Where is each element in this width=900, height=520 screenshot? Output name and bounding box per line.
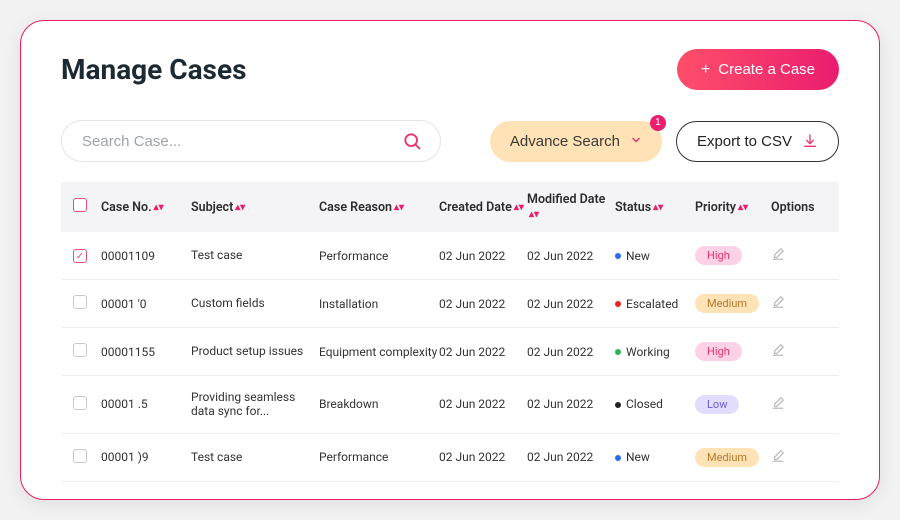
col-subject[interactable]: Subject▴▾ [191, 200, 319, 215]
cell-status: Escalated [615, 297, 695, 311]
cell-case-no: 00001109 [101, 249, 191, 263]
table-row: 00001 '0Custom fieldsInstallation02 Jun … [61, 280, 839, 328]
plus-icon: + [701, 62, 710, 78]
download-icon [802, 133, 818, 149]
col-modified[interactable]: Modified Date▴▾ [527, 192, 615, 222]
cell-case-no: 00001 '0 [101, 297, 191, 311]
cases-table: Case No.▴▾ Subject▴▾ Case Reason▴▾ Creat… [61, 182, 839, 482]
cell-created: 02 Jun 2022 [439, 345, 527, 359]
edit-icon[interactable] [771, 396, 821, 413]
cell-status: Working [615, 345, 695, 359]
select-all-checkbox[interactable] [73, 198, 87, 212]
col-case-no[interactable]: Case No.▴▾ [101, 200, 191, 215]
cell-priority: High [695, 342, 771, 361]
sort-icon: ▴▾ [235, 205, 245, 210]
cell-reason: Installation [319, 297, 439, 311]
row-checkbox[interactable] [73, 396, 87, 410]
cell-case-no: 00001 .5 [101, 397, 191, 411]
sort-icon: ▴▾ [394, 205, 404, 210]
chevron-down-icon [630, 133, 642, 150]
cell-subject: Test case [191, 450, 319, 464]
priority-pill: Medium [695, 448, 759, 467]
cell-modified: 02 Jun 2022 [527, 345, 615, 359]
search-icon[interactable] [402, 131, 422, 151]
row-checkbox[interactable] [73, 295, 87, 309]
table-row: 00001 .5Providing seamless data sync for… [61, 376, 839, 434]
export-csv-label: Export to CSV [697, 133, 792, 150]
priority-pill: High [695, 342, 742, 361]
cell-reason: Performance [319, 450, 439, 464]
col-options: Options [771, 200, 821, 215]
advance-search-button[interactable]: Advance Search 1 [490, 121, 662, 162]
cell-subject: Custom fields [191, 296, 319, 310]
table-row: 00001109Test casePerformance02 Jun 20220… [61, 232, 839, 280]
table-row: 00001155Product setup issuesEquipment co… [61, 328, 839, 376]
export-csv-button[interactable]: Export to CSV [676, 121, 839, 162]
status-dot-icon [615, 301, 621, 307]
header-row: Manage Cases + Create a Case [61, 49, 839, 90]
col-status[interactable]: Status▴▾ [615, 200, 695, 215]
table-row: 00001 )9Test casePerformance02 Jun 20220… [61, 434, 839, 482]
cell-priority: Medium [695, 294, 771, 313]
status-dot-icon [615, 455, 621, 461]
edit-icon[interactable] [771, 295, 821, 312]
cell-reason: Performance [319, 249, 439, 263]
row-checkbox[interactable] [73, 449, 87, 463]
priority-pill: Low [695, 395, 739, 414]
cell-created: 02 Jun 2022 [439, 297, 527, 311]
col-created[interactable]: Created Date▴▾ [439, 200, 527, 215]
edit-icon[interactable] [771, 343, 821, 360]
sort-icon: ▴▾ [529, 212, 539, 217]
col-priority[interactable]: Priority▴▾ [695, 200, 771, 215]
create-case-button[interactable]: + Create a Case [677, 49, 839, 90]
cell-modified: 02 Jun 2022 [527, 450, 615, 464]
sort-icon: ▴▾ [514, 205, 524, 210]
cell-subject: Product setup issues [191, 344, 319, 358]
sort-icon: ▴▾ [154, 205, 164, 210]
cell-case-no: 00001 )9 [101, 450, 191, 464]
cell-created: 02 Jun 2022 [439, 249, 527, 263]
cases-card: Manage Cases + Create a Case Advance Sea… [20, 20, 880, 500]
sort-icon: ▴▾ [653, 205, 663, 210]
row-checkbox[interactable] [73, 343, 87, 357]
edit-icon[interactable] [771, 449, 821, 466]
cell-priority: Low [695, 395, 771, 414]
cell-created: 02 Jun 2022 [439, 450, 527, 464]
col-reason[interactable]: Case Reason▴▾ [319, 200, 439, 215]
status-dot-icon [615, 402, 621, 408]
edit-icon[interactable] [771, 247, 821, 264]
cell-status: New [615, 249, 695, 263]
table-body: 00001109Test casePerformance02 Jun 20220… [61, 232, 839, 482]
priority-pill: High [695, 246, 742, 265]
cell-status: New [615, 450, 695, 464]
advance-search-label: Advance Search [510, 133, 620, 150]
priority-pill: Medium [695, 294, 759, 313]
table-head: Case No.▴▾ Subject▴▾ Case Reason▴▾ Creat… [61, 182, 839, 232]
sort-icon: ▴▾ [738, 205, 748, 210]
status-dot-icon [615, 253, 621, 259]
cell-subject: Providing seamless data sync for... [191, 390, 319, 419]
cell-subject: Test case [191, 248, 319, 262]
cell-status: Closed [615, 397, 695, 411]
cell-modified: 02 Jun 2022 [527, 297, 615, 311]
cell-reason: Equipment complexity [319, 345, 439, 359]
row-checkbox[interactable] [73, 249, 87, 263]
cell-priority: Medium [695, 448, 771, 467]
cell-case-no: 00001155 [101, 345, 191, 359]
create-case-label: Create a Case [718, 61, 815, 78]
cell-modified: 02 Jun 2022 [527, 249, 615, 263]
search-wrap[interactable] [61, 120, 441, 162]
advance-search-badge: 1 [650, 115, 666, 131]
cell-priority: High [695, 246, 771, 265]
page-title: Manage Cases [61, 53, 246, 86]
controls-row: Advance Search 1 Export to CSV [61, 120, 839, 162]
cell-created: 02 Jun 2022 [439, 397, 527, 411]
cell-reason: Breakdown [319, 397, 439, 411]
search-input[interactable] [80, 132, 402, 151]
cell-modified: 02 Jun 2022 [527, 397, 615, 411]
status-dot-icon [615, 349, 621, 355]
